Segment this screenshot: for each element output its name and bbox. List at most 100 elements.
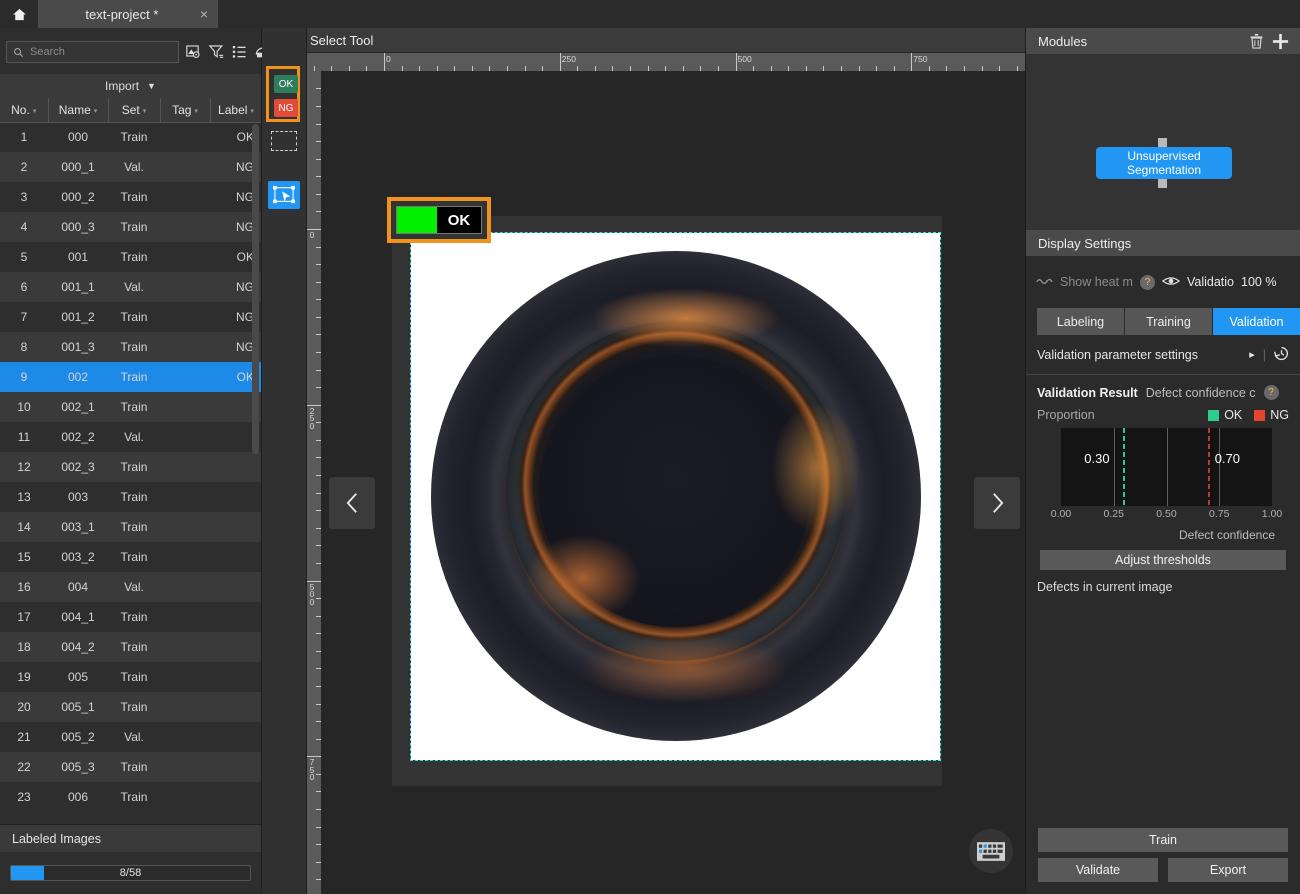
table-row[interactable]: 15 003_2 Train <box>0 542 261 572</box>
transform-select-icon[interactable] <box>268 181 300 209</box>
heatmap-help-icon[interactable]: ? <box>1139 274 1155 290</box>
cell-no: 5 <box>20 250 28 264</box>
table-row[interactable]: 22 005_3 Train <box>0 752 261 782</box>
search-input[interactable] <box>30 46 172 58</box>
close-icon[interactable]: × <box>200 7 208 21</box>
cell-label <box>210 602 261 632</box>
train-button[interactable]: Train <box>1038 828 1288 852</box>
validation-opacity-value[interactable]: 100 % <box>1241 275 1276 289</box>
search-box[interactable] <box>6 41 179 63</box>
marquee-select-icon[interactable] <box>271 131 297 151</box>
table-row[interactable]: 18 004_2 Train <box>0 632 261 662</box>
import-button[interactable]: Import ▼ <box>0 74 261 98</box>
project-tab[interactable]: text-project * × <box>38 0 218 28</box>
modules-graph-canvas[interactable]: Unsupervised Segmentation <box>1026 54 1300 230</box>
home-button[interactable] <box>0 0 38 28</box>
column-header-label[interactable]: Label ▾ <box>210 98 261 123</box>
previous-image-button[interactable] <box>329 477 375 529</box>
table-row[interactable]: 19 005 Train <box>0 662 261 692</box>
history-icon[interactable] <box>1273 345 1290 365</box>
validation-result-help-icon[interactable]: ? <box>1263 385 1279 400</box>
table-row[interactable]: 21 005_2 Val. <box>0 722 261 752</box>
cell-set: Train <box>120 790 148 804</box>
table-row[interactable]: 8 001_3 Train NG <box>0 332 261 362</box>
table-scrollbar-thumb[interactable] <box>252 124 259 454</box>
cell-tag <box>160 752 210 782</box>
threshold-marker-ng[interactable] <box>1207 428 1210 506</box>
table-row[interactable]: 16 004 Val. <box>0 572 261 602</box>
keyboard-shortcuts-button[interactable] <box>969 829 1013 873</box>
table-row[interactable]: 1 000 Train OK <box>0 122 261 152</box>
cell-set: Train <box>120 490 148 504</box>
validation-result-subtitle: Defect confidence c <box>1145 385 1256 400</box>
project-tab-label: text-project * <box>85 6 159 22</box>
sample-image[interactable] <box>410 232 941 761</box>
cell-no: 7 <box>20 310 28 324</box>
eye-icon[interactable] <box>1161 275 1181 290</box>
proportion-axis-label: Proportion <box>1037 408 1095 422</box>
table-row[interactable]: 17 004_1 Train <box>0 602 261 632</box>
heatmap-icon[interactable] <box>1036 275 1053 289</box>
table-row[interactable]: 5 001 Train OK <box>0 242 261 272</box>
table-row[interactable]: 10 002_1 Train <box>0 392 261 422</box>
sort-arrow-icon[interactable]: ▾ <box>250 108 254 115</box>
table-row[interactable]: 14 003_1 Train <box>0 512 261 542</box>
table-row[interactable]: 11 002_2 Val. <box>0 422 261 452</box>
table-row[interactable]: 23 006 Train <box>0 782 261 812</box>
histogram-tick-label: 0.25 <box>1103 508 1124 520</box>
histogram-band <box>1061 428 1114 506</box>
validation-parameter-settings-row[interactable]: Validation parameter settings ▸ | <box>1026 335 1300 375</box>
adjust-thresholds-button[interactable]: Adjust thresholds <box>1040 550 1286 570</box>
ruler-label-h: 250 <box>561 54 576 64</box>
table-row[interactable]: 12 002_3 Train <box>0 452 261 482</box>
ok-label-chip[interactable]: OK <box>274 75 298 93</box>
histogram-plot-area[interactable]: 0.30 0.70 <box>1061 428 1272 506</box>
sort-arrow-icon[interactable]: ▾ <box>94 108 98 115</box>
module-port-top[interactable] <box>1158 138 1167 147</box>
cell-set: Train <box>108 752 160 782</box>
threshold-marker-ok[interactable] <box>1123 428 1126 506</box>
module-node-label-line2: Segmentation <box>1126 163 1202 177</box>
cell-set: Train <box>108 392 160 422</box>
table-row[interactable]: 13 003 Train <box>0 482 261 512</box>
cell-set: Train <box>120 250 148 264</box>
table-row[interactable]: 6 001_1 Val. NG <box>0 272 261 302</box>
module-node-unsupervised-segmentation[interactable]: Unsupervised Segmentation <box>1096 147 1232 179</box>
table-row[interactable]: 3 000_2 Train NG <box>0 182 261 212</box>
trash-icon[interactable] <box>1244 30 1268 52</box>
labeled-images-title: Labeled Images <box>12 831 101 846</box>
expand-arrow-icon[interactable]: ▸ <box>1249 348 1255 361</box>
column-header-name[interactable]: Name ▾ <box>48 98 109 123</box>
table-row[interactable]: 2 000_1 Val. NG <box>0 152 261 182</box>
table-row[interactable]: 20 005_1 Train <box>0 692 261 722</box>
module-port-bottom[interactable] <box>1158 179 1167 188</box>
cell-name: 005_1 <box>48 692 108 722</box>
column-header-no[interactable]: No. ▾ <box>0 98 49 123</box>
image-settings-icon[interactable] <box>185 41 202 63</box>
ng-label-chip[interactable]: NG <box>274 99 298 117</box>
table-row[interactable]: 7 001_2 Train NG <box>0 302 261 332</box>
tab-validation[interactable]: Validation <box>1213 308 1300 335</box>
filter-icon[interactable] <box>208 41 225 63</box>
sort-arrow-icon[interactable]: ▾ <box>143 108 147 115</box>
tab-labeling[interactable]: Labeling <box>1037 308 1124 335</box>
table-row[interactable]: 4 000_3 Train NG <box>0 212 261 242</box>
cell-set: Val. <box>108 272 160 302</box>
cell-name: 000_3 <box>48 212 108 242</box>
column-header-set[interactable]: Set ▾ <box>108 98 161 123</box>
next-image-button[interactable] <box>974 477 1020 529</box>
tab-training[interactable]: Training <box>1125 308 1212 335</box>
cell-tag <box>160 332 210 362</box>
validate-button[interactable]: Validate <box>1038 858 1158 882</box>
export-button[interactable]: Export <box>1168 858 1288 882</box>
confidence-histogram[interactable]: 0.30 0.70 <box>1037 428 1289 506</box>
cell-label <box>210 572 261 602</box>
cell-no: 12 <box>0 452 48 482</box>
column-header-tag[interactable]: Tag ▾ <box>160 98 211 123</box>
list-view-icon[interactable] <box>231 41 248 63</box>
plus-icon[interactable] <box>1268 30 1292 52</box>
sort-arrow-icon[interactable]: ▾ <box>33 108 37 115</box>
table-row[interactable]: 9 002 Train OK <box>0 362 261 392</box>
sort-arrow-icon[interactable]: ▾ <box>194 108 198 115</box>
image-viewport[interactable]: OK <box>321 71 1025 894</box>
